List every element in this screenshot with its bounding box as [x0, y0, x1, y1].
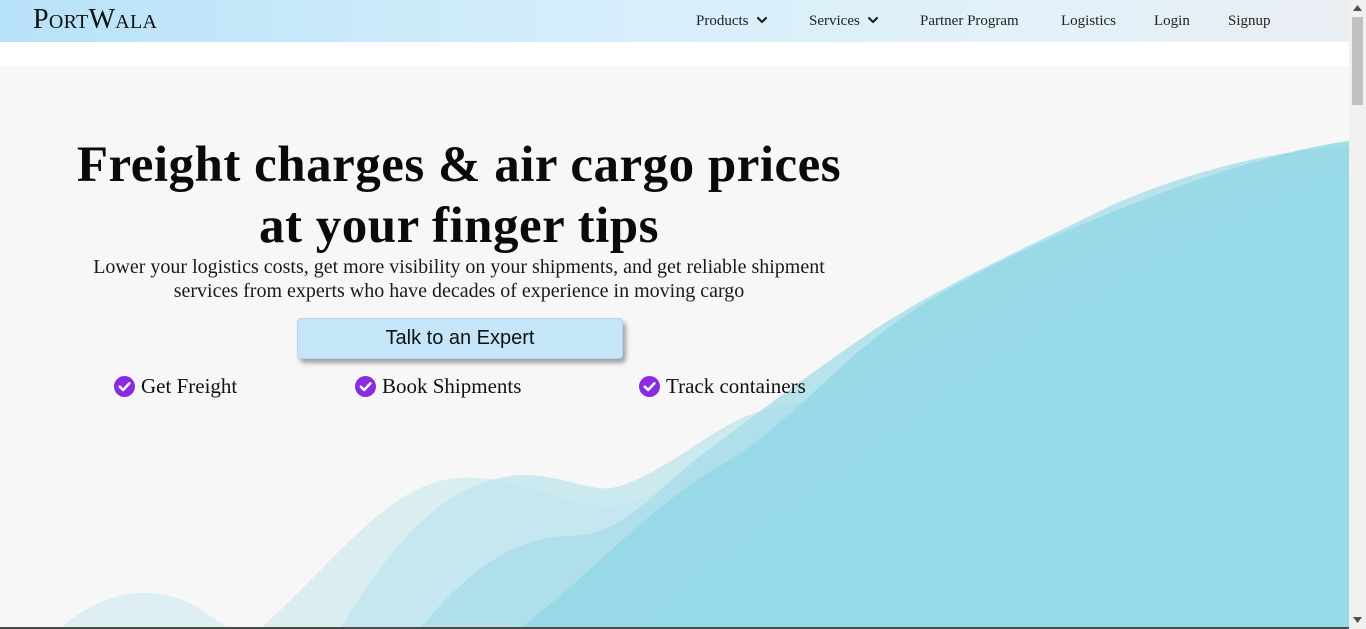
nav-logistics[interactable]: Logistics — [1061, 12, 1116, 30]
hero-headline-line1: Freight charges & air cargo prices — [76, 137, 842, 193]
chevron-down-icon — [867, 16, 878, 24]
feature-book-shipments: Book Shipments — [355, 374, 521, 399]
top-navbar: PortWala Products Services Partner Progr… — [0, 0, 1349, 42]
feature-label: Get Freight — [141, 374, 238, 398]
chevron-down-icon — [756, 16, 767, 24]
talk-to-expert-button[interactable]: Talk to an Expert — [297, 318, 623, 359]
nav-products[interactable]: Products — [696, 12, 768, 30]
feature-get-freight: Get Freight — [114, 374, 237, 399]
check-circle-icon — [355, 376, 376, 397]
hero-subheading-line2: services from experts who have decades o… — [173, 280, 745, 302]
nav-services[interactable]: Services — [809, 12, 879, 30]
hero-headline-line2: at your finger tips — [258, 198, 660, 254]
feature-label: Book Shipments — [382, 374, 522, 398]
check-circle-icon — [114, 376, 135, 397]
nav-login[interactable]: Login — [1154, 12, 1190, 30]
nav-signup[interactable]: Signup — [1228, 12, 1271, 30]
vertical-scrollbar[interactable] — [1349, 0, 1366, 629]
scroll-up-arrow-icon[interactable] — [1353, 5, 1362, 11]
check-circle-icon — [639, 376, 660, 397]
hero-headline: Freight charges & air cargo prices at yo… — [40, 135, 878, 257]
nav-services-label: Services — [809, 13, 860, 29]
hero-subheading: Lower your logistics costs, get more vis… — [60, 255, 858, 303]
scrollbar-thumb[interactable] — [1352, 17, 1363, 105]
hero-subheading-line1: Lower your logistics costs, get more vis… — [93, 256, 825, 278]
header-spacer — [0, 42, 1349, 66]
scroll-down-arrow-icon[interactable] — [1353, 617, 1362, 623]
nav-products-label: Products — [696, 13, 749, 29]
wave-layer-left — [60, 592, 230, 629]
feature-label: Track containers — [666, 374, 806, 398]
feature-track-containers: Track containers — [639, 374, 806, 399]
nav-partner-program[interactable]: Partner Program — [920, 12, 1019, 30]
brand-logo[interactable]: PortWala — [33, 3, 157, 37]
